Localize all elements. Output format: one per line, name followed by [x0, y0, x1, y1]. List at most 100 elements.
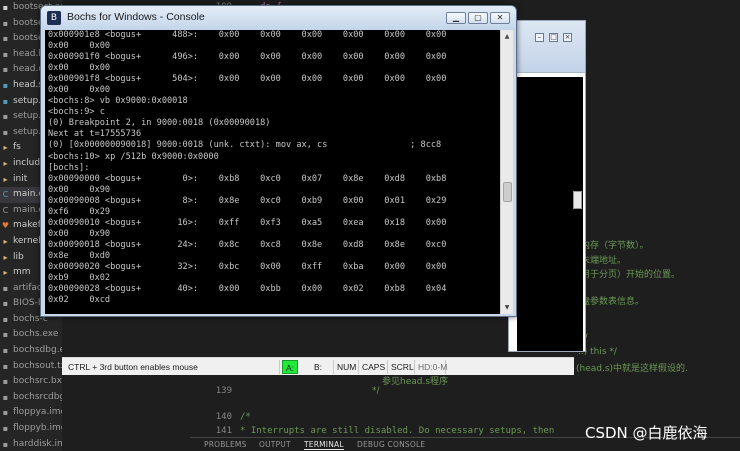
explorer-item-label: head.s: [13, 79, 44, 90]
code-line: /*: [240, 412, 251, 422]
window-title: Bochs for Windows - Console: [67, 11, 205, 23]
title-bar[interactable]: B Bochs for Windows - Console ▁ ▢ ✕: [41, 6, 516, 30]
file-icon: ▪: [2, 65, 9, 75]
num-lock-indicator: NUM: [335, 360, 359, 374]
explorer-item-label: init: [13, 173, 28, 184]
console-line: 0x00090010 <bogus+ 16>: 0xff 0xf3 0xa5 0…: [48, 217, 447, 228]
explorer-item-label: setup.l: [13, 126, 44, 137]
folder-icon: ▸: [3, 236, 8, 246]
file-icon: ▪: [2, 34, 9, 44]
code-comment: */: [372, 386, 380, 396]
file-icon: ▪: [2, 361, 9, 371]
console-line: 0x00 0x90: [48, 184, 111, 195]
folder-icon: ▸: [3, 174, 8, 184]
asm-file-icon: ▪: [2, 3, 9, 12]
code-comment: 参见head.s程序: [382, 377, 449, 387]
c-file-icon: C: [2, 205, 9, 215]
explorer-item[interactable]: ▪ floppyb.img: [0, 421, 62, 437]
console-line: 0x00 0x00: [48, 85, 111, 96]
scroll-up-icon[interactable]: ▲: [501, 30, 513, 43]
console-line: 0xb9 0x02: [48, 273, 111, 284]
scrollbar-thumb[interactable]: [573, 191, 582, 209]
folder-icon: ▸: [3, 143, 8, 153]
console-line: (0) [0x000000090018] 9000:0018 (unk. ctx…: [48, 140, 442, 151]
minimize-button[interactable]: ▁: [446, 12, 466, 24]
console-line: 0x000901f0 <bogus+ 496>: 0x00 0x00 0x00 …: [48, 52, 447, 63]
close-button[interactable]: ✕: [490, 12, 510, 24]
explorer-item[interactable]: ▪ bochs.exe: [0, 327, 62, 343]
console-line: Next at t=17555736: [48, 129, 142, 140]
explorer-item-label: floppyb.img: [13, 423, 62, 434]
explorer-item[interactable]: ▪ bochsout.txt: [0, 359, 62, 375]
explorer-item-label: kernel: [13, 235, 41, 246]
tab-debug-console[interactable]: DEBUG CONSOLE: [357, 440, 425, 449]
console-line: 0x8e 0xd0: [48, 250, 111, 261]
scroll-down-icon[interactable]: ▼: [501, 301, 513, 314]
console-output[interactable]: 0x000901e8 <bogus+ 488>: 0x00 0x00 0x00 …: [45, 30, 513, 314]
explorer-item[interactable]: ▪ bochsrcdbg.bxrc: [0, 390, 62, 406]
code-comment: 所用于分页）开始的位置。: [572, 270, 681, 280]
tab-output[interactable]: OUTPUT: [259, 440, 291, 449]
tab-problems[interactable]: PROBLEMS: [204, 440, 247, 449]
tab-terminal[interactable]: TERMINAL: [304, 440, 344, 450]
console-line: 0x00090000 <bogus+ 0>: 0xb8 0xc0 0x07 0x…: [48, 173, 447, 184]
scroll-lock-indicator: SCRL: [391, 360, 415, 374]
asm-file-icon: ▪: [2, 80, 9, 90]
file-icon: ▪: [2, 314, 9, 324]
console-line: 0x000901e8 <bogus+ 488>: 0x00 0x00 0x00 …: [48, 30, 447, 40]
file-icon: ▪: [2, 346, 9, 356]
console-line: 0x000901f8 <bogus+ 504>: 0x00 0x00 0x00 …: [48, 74, 447, 85]
explorer-item[interactable]: ▪ floppya.img: [0, 405, 62, 421]
line-number: 140: [215, 412, 232, 422]
console-text: 0x000901e8 <bogus+ 488>: 0x00 0x00 0x00 …: [48, 30, 495, 314]
file-icon: ▪: [2, 127, 9, 137]
vertical-scrollbar[interactable]: ▲ ▼: [500, 30, 513, 314]
file-icon: ▪: [2, 377, 9, 387]
close-icon[interactable]: ×: [563, 33, 572, 42]
file-icon: ▪: [2, 408, 9, 418]
maximize-button[interactable]: ▢: [468, 12, 488, 24]
file-icon: ▪: [2, 299, 9, 309]
bochs-display[interactable]: [517, 77, 583, 351]
console-line: 0x00 0x90: [48, 228, 111, 239]
mouse-hint: CTRL + 3rd button enables mouse: [66, 360, 280, 374]
minimize-icon[interactable]: –: [535, 33, 544, 42]
file-icon: ▪: [2, 330, 9, 340]
maximize-icon[interactable]: □: [549, 33, 558, 42]
bochs-app-icon: B: [47, 11, 61, 25]
folder-icon: ▸: [3, 268, 8, 278]
explorer-item-label: bochsout.txt: [13, 360, 62, 371]
bochs-display-window: – □ ×: [508, 20, 586, 352]
explorer-item-label: bochsrc.bxrc: [13, 376, 62, 387]
folder-icon: ▸: [3, 252, 8, 262]
console-line: 0x00090028 <bogus+ 40>: 0x00 0xbb 0x00 0…: [48, 284, 447, 295]
file-icon: ▪: [2, 392, 9, 402]
code-comment: (head.s)中就是这样假设的.: [576, 364, 688, 374]
scrollbar-thumb[interactable]: [503, 182, 512, 202]
explorer-item-label: main.c: [13, 189, 44, 200]
console-line: 0x00090020 <bogus+ 32>: 0xbc 0x00 0xff 0…: [48, 261, 447, 272]
explorer-item-label: makefi: [13, 220, 44, 231]
drive-a-indicator: A:: [282, 360, 298, 374]
explorer-item-label: lib: [13, 251, 24, 262]
line-number: 141: [215, 426, 232, 436]
explorer-item[interactable]: ▪ bochsdbg.exe: [0, 343, 62, 359]
bochs-console-window: B Bochs for Windows - Console ▁ ▢ ✕ 0x00…: [40, 5, 517, 317]
console-line: <bochs:10> xp /512b 0x9000:0x0000: [48, 151, 219, 162]
explorer-item-label: floppya.img: [13, 407, 62, 418]
explorer-item[interactable]: ▪ harddisk.img: [0, 437, 62, 451]
explorer-item-label: fs: [13, 142, 21, 153]
line-number: 139: [215, 386, 232, 396]
code-line: * Interrupts are still disabled. Do nece…: [240, 426, 555, 436]
explorer-item[interactable]: ▪ bochsrc.bxrc: [0, 374, 62, 390]
asm-file-icon: ▪: [2, 96, 9, 106]
caps-lock-indicator: CAPS: [360, 360, 388, 374]
console-line: <bochs:8> vb 0x9000:0x00018: [48, 96, 188, 107]
explorer-item-label: bootse: [13, 17, 44, 28]
console-line: 0x02 0xcd: [48, 295, 111, 306]
console-line: [bochs]:: [48, 162, 90, 173]
console-line: <bochs:9> c: [48, 107, 105, 118]
explorer-item-label: harddisk.img: [13, 438, 62, 449]
explorer-item-label: bochsrcdbg.bxrc: [13, 391, 62, 402]
console-line: 0x00090008 <bogus+ 8>: 0x8e 0xc0 0xb9 0x…: [48, 195, 447, 206]
